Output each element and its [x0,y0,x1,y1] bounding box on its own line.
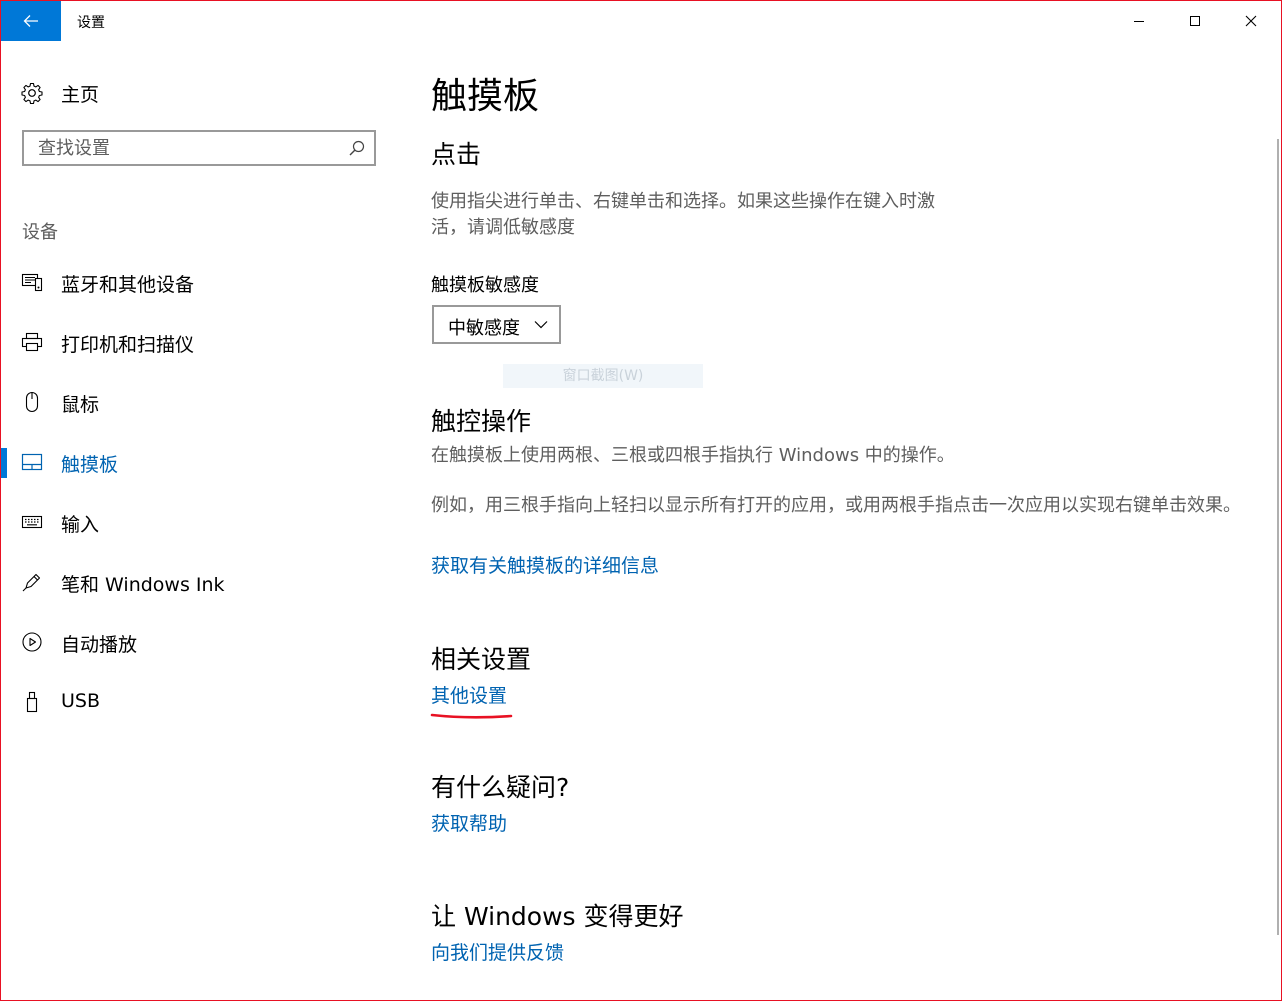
scrollbar[interactable] [1277,139,1279,935]
chevron-down-icon [534,321,548,329]
sensitivity-value: 中敏感度 [448,318,520,339]
keyboard-icon [21,512,43,532]
annotation-underline [430,713,513,719]
sidebar-item-mouse[interactable]: 鼠标 [1,382,401,422]
usb-icon [21,691,43,713]
sidebar-item-bluetooth[interactable]: 蓝牙和其他设备 [1,262,401,302]
questions-heading: 有什么疑问? [431,773,570,802]
home-label: 主页 [61,83,100,106]
maximize-icon [1190,16,1200,26]
maximize-button[interactable] [1167,1,1223,41]
screenshot-overlay-label: 窗口截图(W) [503,364,703,388]
sidebar-item-pen[interactable]: 笔和 Windows Ink [1,562,401,602]
search-icon [349,140,365,156]
sidebar-item-touchpad[interactable]: 触摸板 [1,442,401,482]
title-bar: 设置 [1,1,1281,41]
sidebar-item-label: USB [61,690,101,712]
sensitivity-dropdown[interactable]: 中敏感度 [432,305,561,344]
sidebar-item-label: 触摸板 [61,454,119,476]
gestures-description-2: 例如，用三根手指向上轻扫以显示所有打开的应用，或用两根手指点击一次应用以实现右键… [431,495,1241,516]
settings-window: 设置 主页 设备 [0,0,1282,1001]
sidebar-home[interactable]: 主页 [21,79,99,107]
sidebar-item-typing[interactable]: 输入 [1,502,401,542]
close-button[interactable] [1223,1,1279,41]
sensitivity-label: 触摸板敏感度 [431,275,539,296]
close-icon [1245,15,1257,27]
printer-icon [21,332,43,352]
sidebar-group-label: 设备 [22,222,58,243]
click-heading: 点击 [431,140,482,169]
back-button[interactable] [1,1,61,41]
sidebar-item-printers[interactable]: 打印机和扫描仪 [1,322,401,362]
minimize-icon [1134,21,1144,22]
sidebar-item-label: 蓝牙和其他设备 [61,274,195,296]
sidebar-item-autoplay[interactable]: 自动播放 [1,622,401,662]
get-help-link[interactable]: 获取帮助 [431,809,507,836]
sidebar-item-label: 打印机和扫描仪 [61,334,195,356]
sidebar-item-label: 鼠标 [61,394,100,416]
sidebar-item-usb[interactable]: USB [1,682,401,722]
search-box[interactable] [22,130,376,166]
sidebar-item-label: 自动播放 [61,634,138,656]
touchpad-info-link[interactable]: 获取有关触摸板的详细信息 [431,551,659,578]
window-title: 设置 [77,15,105,31]
gear-icon [21,82,43,104]
bluetooth-devices-icon [21,272,43,292]
sidebar-item-label: 笔和 Windows Ink [61,574,225,596]
click-description: 使用指尖进行单击、右键单击和选择。如果这些操作在键入时激活，请调低敏感度 [431,191,935,238]
touchpad-icon [21,452,43,472]
gestures-description-1: 在触摸板上使用两根、三根或四根手指执行 Windows 中的操作。 [431,445,955,466]
minimize-button[interactable] [1111,1,1167,41]
active-indicator [1,448,7,478]
feedback-link[interactable]: 向我们提供反馈 [431,938,564,965]
sidebar-item-label: 输入 [61,514,100,536]
related-settings-heading: 相关设置 [431,645,532,674]
pen-icon [21,572,43,592]
search-input[interactable] [24,132,348,164]
page-title: 触摸板 [431,76,540,117]
additional-settings-link[interactable]: 其他设置 [431,681,507,708]
autoplay-icon [21,632,43,652]
feedback-heading: 让 Windows 变得更好 [431,902,684,931]
back-arrow-icon [23,15,38,27]
mouse-icon [21,391,43,413]
gestures-heading: 触控操作 [431,407,532,436]
